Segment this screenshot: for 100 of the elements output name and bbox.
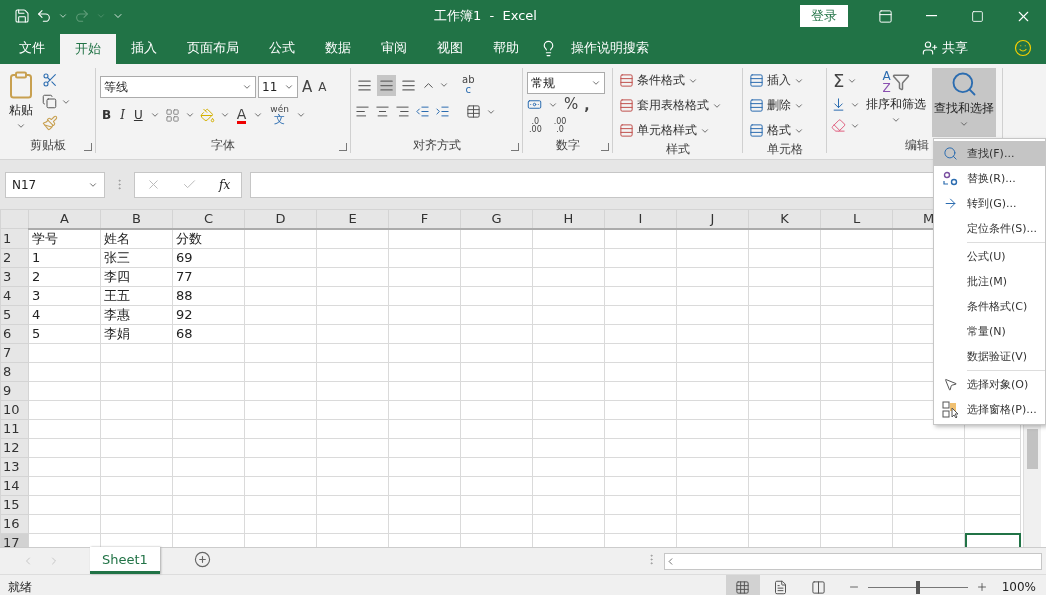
zoom-level[interactable]: 100% — [1001, 580, 1036, 594]
paste-button[interactable]: 粘贴 — [4, 68, 38, 137]
cells-button[interactable]: 插入 — [747, 70, 806, 91]
menu-item[interactable]: 替换(R)... — [934, 166, 1045, 191]
new-sheet-icon — [193, 551, 211, 568]
table-cell: 1 — [28, 248, 101, 267]
column-header[interactable]: G — [460, 209, 533, 229]
comma-button[interactable]: , — [584, 97, 590, 112]
autosum-button[interactable]: Σ — [831, 70, 860, 91]
decrease-indent-icon — [415, 104, 430, 119]
font-name-field[interactable]: 等线 — [100, 76, 256, 98]
share-button[interactable]: 共享 — [942, 39, 968, 57]
scissors-icon — [42, 72, 58, 88]
menu-item[interactable]: 查找(F)... — [934, 141, 1045, 166]
increase-indent-icon — [435, 104, 450, 119]
caret-icon — [295, 110, 306, 120]
ribbon-tab[interactable]: 开始 — [60, 34, 116, 64]
table-cell: 李惠 — [100, 305, 173, 324]
ribbon-tab[interactable]: 页面布局 — [172, 32, 254, 64]
styles-button[interactable]: 条件格式 — [617, 70, 724, 91]
ribbon-tab[interactable]: 视图 — [422, 32, 478, 64]
column-header[interactable]: C — [172, 209, 245, 229]
ribbon-tab[interactable]: 公式 — [254, 32, 310, 64]
menu-item[interactable]: 选择对象(O) — [934, 372, 1045, 397]
underline-button[interactable]: U — [131, 104, 145, 126]
column-header[interactable]: I — [604, 209, 677, 229]
sort-filter-button[interactable]: A Z 排序和筛选 — [864, 68, 928, 137]
align-icon — [401, 77, 416, 93]
wrap-text-button[interactable]: ab c — [460, 74, 477, 96]
undo-icon — [36, 8, 52, 24]
phonetic-button[interactable]: wén 文 — [268, 104, 291, 126]
login-button[interactable]: 登录 — [800, 5, 848, 27]
column-header[interactable]: K — [748, 209, 821, 229]
column-header[interactable]: E — [316, 209, 389, 229]
redo-icon — [74, 8, 90, 24]
table-cell: 5 — [28, 324, 101, 343]
caret-icon — [149, 110, 160, 120]
ribbon-tab[interactable]: 文件 — [4, 32, 60, 64]
ribbon-tab[interactable]: 插入 — [116, 32, 172, 64]
column-header[interactable]: L — [820, 209, 893, 229]
table-cell: 姓名 — [100, 228, 173, 248]
column-header[interactable]: D — [244, 209, 317, 229]
shrink-font-button[interactable]: A — [316, 76, 329, 98]
styles-button[interactable]: 单元格样式 — [617, 120, 724, 141]
caret-icon — [96, 11, 106, 21]
column-header[interactable]: F — [388, 209, 461, 229]
insert-function-button[interactable]: fx — [219, 177, 231, 192]
caret-icon — [591, 78, 601, 88]
fill-icon — [831, 97, 846, 112]
table-cell: 3 — [28, 286, 101, 305]
status-text: 就绪 — [8, 578, 32, 595]
menu-item[interactable]: 批注(M) — [934, 269, 1045, 294]
menu-item[interactable]: 选择窗格(P)... — [934, 397, 1045, 422]
font-size-field[interactable]: 11 — [258, 76, 298, 98]
column-header[interactable]: H — [532, 209, 605, 229]
style-icon — [619, 73, 634, 88]
cursor-icon — [943, 377, 958, 392]
italic-button[interactable]: I — [118, 104, 127, 126]
group-label: 字体 — [210, 137, 236, 153]
replace-icon — [941, 170, 960, 187]
funnel-icon — [891, 73, 910, 91]
table-cell: 李娟 — [100, 324, 173, 343]
menu-item[interactable]: 公式(U) — [934, 244, 1045, 269]
row-header[interactable]: 1 — [0, 228, 29, 248]
column-header[interactable]: J — [676, 209, 749, 229]
vertical-align-button[interactable] — [377, 74, 396, 96]
cells-icon — [749, 123, 764, 138]
find-select-button[interactable]: 查找和选择 — [932, 68, 996, 137]
cells-icon — [749, 98, 764, 113]
ribbon-tab[interactable]: 数据 — [310, 32, 366, 64]
number-format-field[interactable]: 常规 — [527, 72, 605, 94]
eraser-icon — [831, 118, 846, 133]
percent-button[interactable]: % — [564, 97, 579, 112]
styles-button[interactable]: 套用表格格式 — [617, 95, 724, 116]
group-label: 样式 — [664, 141, 691, 157]
sheet-tab[interactable]: Sheet1 — [90, 547, 160, 574]
selection-pane-icon — [941, 400, 960, 419]
currency-icon — [527, 97, 542, 112]
view-button[interactable] — [725, 575, 760, 595]
cells-button[interactable]: 删除 — [747, 95, 806, 116]
font-color-button[interactable]: A — [234, 104, 249, 126]
tell-me-search[interactable]: 操作说明搜索 — [571, 39, 649, 57]
group-label: 单元格 — [765, 141, 804, 157]
column-header[interactable]: B — [100, 209, 173, 229]
increase-decimal-button[interactable]: .0 .00 — [527, 115, 544, 136]
horizontal-scrollbar[interactable] — [664, 552, 1042, 570]
grow-font-button[interactable]: A — [300, 76, 315, 98]
zoom-thumb[interactable] — [915, 580, 920, 594]
menu-item[interactable]: 数据验证(V) — [934, 344, 1045, 369]
user-plus-icon — [922, 40, 938, 56]
ribbon-tab[interactable]: 审阅 — [366, 32, 422, 64]
column-header[interactable]: A — [28, 209, 101, 229]
ribbon-tab[interactable]: 帮助 — [478, 32, 534, 64]
bold-button[interactable]: B — [100, 104, 114, 126]
menu-item[interactable]: 常量(N) — [934, 319, 1045, 344]
table-cell: 王五 — [100, 286, 173, 305]
name-box[interactable]: N17 — [5, 171, 105, 198]
menu-item[interactable]: 条件格式(C) — [934, 294, 1045, 319]
cells-button[interactable]: 格式 — [747, 120, 806, 141]
decrease-decimal-button[interactable]: .00 .0 — [551, 115, 569, 136]
